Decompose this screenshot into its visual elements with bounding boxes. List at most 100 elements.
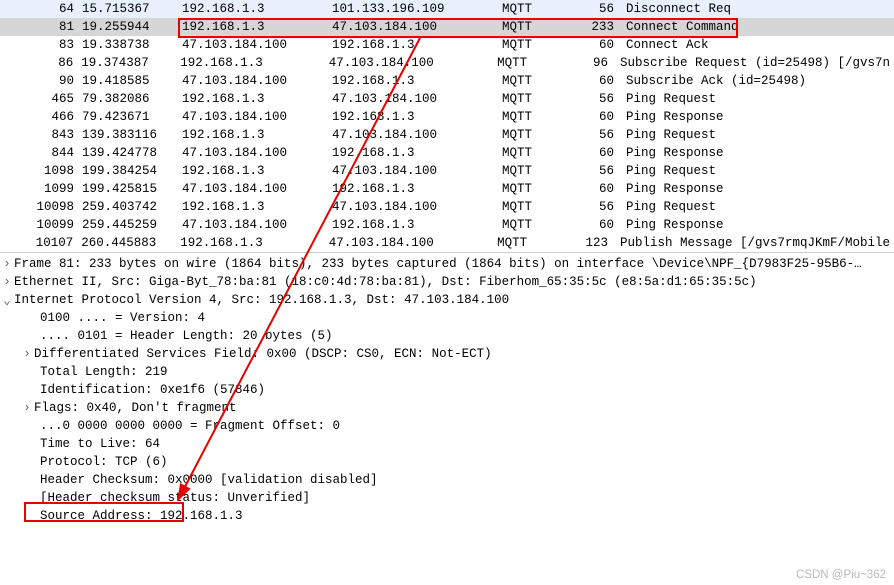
packet-row[interactable]: 843139.383116192.168.1.347.103.184.100MQ…: [0, 126, 894, 144]
packet-length: 56: [578, 164, 618, 178]
packet-info: Disconnect Req: [618, 2, 894, 16]
tree-ip-flags[interactable]: ›Flags: 0x40, Don't fragment: [0, 399, 894, 417]
packet-info: Ping Request: [618, 200, 894, 214]
packet-protocol: MQTT: [498, 74, 578, 88]
ip-checksum-status: [Header checksum status: Unverified]: [40, 491, 310, 505]
packet-no: 10098: [0, 200, 78, 214]
chevron-right-icon[interactable]: ›: [0, 275, 14, 289]
packet-protocol: MQTT: [498, 92, 578, 106]
ip-ttl: Time to Live: 64: [40, 437, 160, 451]
tree-ip-protocol[interactable]: Protocol: TCP (6): [0, 453, 894, 471]
packet-row[interactable]: 46679.42367147.103.184.100192.168.1.3MQT…: [0, 108, 894, 126]
ethernet-summary: Ethernet II, Src: Giga-Byt_78:ba:81 (18:…: [14, 275, 757, 289]
packet-time: 199.384254: [78, 164, 178, 178]
tree-ip-version[interactable]: 0100 .... = Version: 4: [0, 309, 894, 327]
packet-list: 6415.715367192.168.1.3101.133.196.109MQT…: [0, 0, 894, 252]
tree-ip-totlen[interactable]: Total Length: 219: [0, 363, 894, 381]
packet-length: 56: [578, 2, 618, 16]
tree-ip-ident[interactable]: Identification: 0xe1f6 (57846): [0, 381, 894, 399]
ip-header-summary: Internet Protocol Version 4, Src: 192.16…: [14, 293, 509, 307]
ip-version: 0100 .... = Version: 4: [40, 311, 205, 325]
packet-row[interactable]: 9019.41858547.103.184.100192.168.1.3MQTT…: [0, 72, 894, 90]
packet-info: Ping Response: [618, 182, 894, 196]
packet-dst: 192.168.1.3: [328, 146, 498, 160]
packet-no: 83: [0, 38, 78, 52]
packet-row[interactable]: 10107260.445883192.168.1.347.103.184.100…: [0, 234, 894, 252]
chevron-down-icon[interactable]: ⌄: [0, 292, 14, 308]
packet-protocol: MQTT: [498, 218, 578, 232]
packet-no: 10107: [0, 236, 77, 250]
packet-protocol: MQTT: [498, 38, 578, 52]
packet-info: Subscribe Ack (id=25498): [618, 74, 894, 88]
packet-info: Publish Message [/gvs7rmqJKmF/Mobile: [612, 236, 894, 250]
packet-src: 192.168.1.3: [176, 56, 325, 70]
packet-dst: 47.103.184.100: [328, 92, 498, 106]
tree-ethernet[interactable]: ›Ethernet II, Src: Giga-Byt_78:ba:81 (18…: [0, 273, 894, 291]
ip-header-length: .... 0101 = Header Length: 20 bytes (5): [40, 329, 333, 343]
packet-info: Connect Ack: [618, 38, 894, 52]
packet-protocol: MQTT: [498, 2, 578, 16]
ip-dsf: Differentiated Services Field: 0x00 (DSC…: [34, 347, 492, 361]
packet-protocol: MQTT: [498, 164, 578, 178]
packet-time: 19.338738: [78, 38, 178, 52]
packet-row[interactable]: 6415.715367192.168.1.3101.133.196.109MQT…: [0, 0, 894, 18]
packet-dst: 47.103.184.100: [328, 20, 498, 34]
tree-ip-srcaddr[interactable]: Source Address: 192.168.1.3: [0, 507, 894, 525]
packet-details-pane: ›Frame 81: 233 bytes on wire (1864 bits)…: [0, 253, 894, 525]
tree-ip-fragoff[interactable]: ...0 0000 0000 0000 = Fragment Offset: 0: [0, 417, 894, 435]
packet-time: 19.374387: [77, 56, 176, 70]
packet-time: 79.423671: [78, 110, 178, 124]
packet-row[interactable]: 844139.42477847.103.184.100192.168.1.3MQ…: [0, 144, 894, 162]
packet-row[interactable]: 1099199.42581547.103.184.100192.168.1.3M…: [0, 180, 894, 198]
packet-no: 64: [0, 2, 78, 16]
tree-frame[interactable]: ›Frame 81: 233 bytes on wire (1864 bits)…: [0, 255, 894, 273]
packet-dst: 192.168.1.3: [328, 38, 498, 52]
packet-no: 90: [0, 74, 78, 88]
packet-time: 259.445259: [78, 218, 178, 232]
tree-ip-checksum[interactable]: Header Checksum: 0x0000 [validation disa…: [0, 471, 894, 489]
packet-src: 47.103.184.100: [178, 74, 328, 88]
packet-info: Ping Response: [618, 218, 894, 232]
packet-info: Ping Response: [618, 146, 894, 160]
packet-no: 10099: [0, 218, 78, 232]
packet-protocol: MQTT: [498, 200, 578, 214]
packet-protocol: MQTT: [493, 56, 572, 70]
packet-protocol: MQTT: [498, 20, 578, 34]
packet-time: 139.424778: [78, 146, 178, 160]
packet-time: 199.425815: [78, 182, 178, 196]
chevron-right-icon[interactable]: ›: [20, 401, 34, 415]
tree-ip-dsf[interactable]: ›Differentiated Services Field: 0x00 (DS…: [0, 345, 894, 363]
tree-ip-hlen[interactable]: .... 0101 = Header Length: 20 bytes (5): [0, 327, 894, 345]
packet-protocol: MQTT: [498, 146, 578, 160]
packet-row[interactable]: 8619.374387192.168.1.347.103.184.100MQTT…: [0, 54, 894, 72]
packet-row[interactable]: 10098259.403742192.168.1.347.103.184.100…: [0, 198, 894, 216]
packet-no: 466: [0, 110, 78, 124]
packet-src: 47.103.184.100: [178, 110, 328, 124]
packet-length: 60: [578, 110, 618, 124]
packet-dst: 192.168.1.3: [328, 218, 498, 232]
packet-row[interactable]: 46579.382086192.168.1.347.103.184.100MQT…: [0, 90, 894, 108]
tree-ip-checkstat[interactable]: [Header checksum status: Unverified]: [0, 489, 894, 507]
packet-dst: 101.133.196.109: [328, 2, 498, 16]
packet-src: 192.168.1.3: [178, 164, 328, 178]
chevron-right-icon[interactable]: ›: [0, 257, 14, 271]
packet-info: Connect Command: [618, 20, 894, 34]
packet-protocol: MQTT: [498, 182, 578, 196]
packet-length: 96: [572, 56, 612, 70]
packet-length: 56: [578, 92, 618, 106]
tree-ipv4[interactable]: ⌄Internet Protocol Version 4, Src: 192.1…: [0, 291, 894, 309]
ip-checksum: Header Checksum: 0x0000 [validation disa…: [40, 473, 378, 487]
packet-row[interactable]: 1098199.384254192.168.1.347.103.184.100M…: [0, 162, 894, 180]
packet-time: 79.382086: [78, 92, 178, 106]
packet-time: 15.715367: [78, 2, 178, 16]
chevron-right-icon[interactable]: ›: [20, 347, 34, 361]
packet-row[interactable]: 8319.33873847.103.184.100192.168.1.3MQTT…: [0, 36, 894, 54]
packet-no: 81: [0, 20, 78, 34]
packet-row[interactable]: 10099259.44525947.103.184.100192.168.1.3…: [0, 216, 894, 234]
packet-src: 192.168.1.3: [178, 20, 328, 34]
frame-summary: Frame 81: 233 bytes on wire (1864 bits),…: [14, 257, 862, 271]
packet-row[interactable]: 8119.255944192.168.1.347.103.184.100MQTT…: [0, 18, 894, 36]
ip-protocol: Protocol: TCP (6): [40, 455, 168, 469]
tree-ip-ttl[interactable]: Time to Live: 64: [0, 435, 894, 453]
packet-length: 60: [578, 218, 618, 232]
